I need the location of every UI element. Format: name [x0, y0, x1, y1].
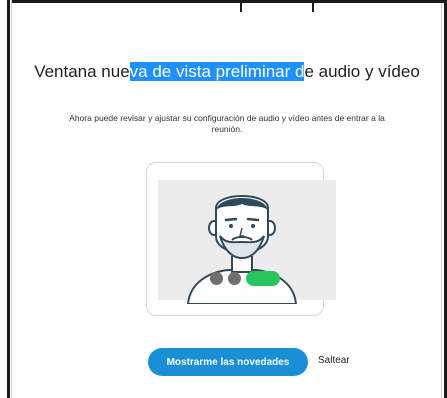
- title-text-before: Ventana nue: [34, 62, 130, 81]
- title-text-after: e audio y vídeo: [304, 62, 420, 81]
- skip-link[interactable]: Saltear: [318, 355, 350, 366]
- window-edge-top: [12, 0, 447, 3]
- show-news-button[interactable]: Mostrarme las novedades: [148, 348, 308, 376]
- join-pill-icon[interactable]: [246, 270, 280, 286]
- preview-intro-dialog: Ventana nueva de vista preliminar de aud…: [13, 4, 441, 398]
- window-edge-left-border: [7, 0, 10, 398]
- dialog-title: Ventana nueva de vista preliminar de aud…: [33, 61, 421, 82]
- dialog-subtitle: Ahora puede revisar y ajustar su configu…: [69, 113, 385, 134]
- window-edge-left: [0, 0, 12, 398]
- title-text-selected: va de vista preliminar d: [129, 62, 305, 81]
- mute-dot-icon[interactable]: [210, 271, 223, 285]
- avatar-illustration-icon: [186, 195, 298, 304]
- preview-controls: [210, 270, 280, 286]
- video-dot-icon[interactable]: [228, 271, 241, 285]
